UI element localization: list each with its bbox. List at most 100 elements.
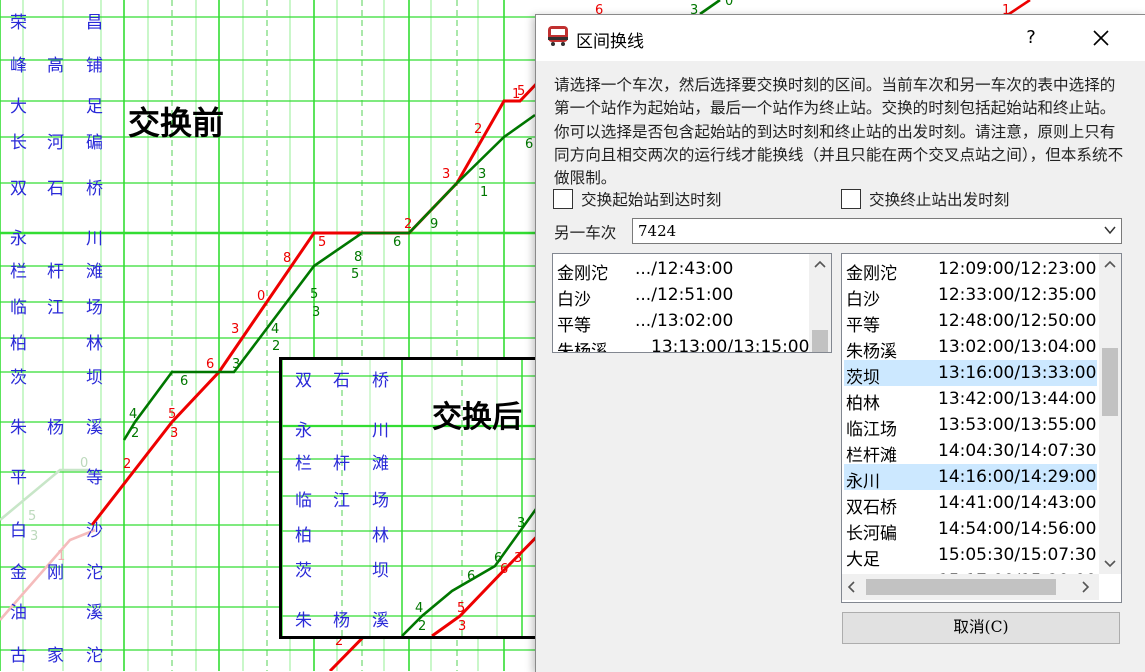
list-item[interactable]: 茨坝 13:16:00/13:33:00 [844, 360, 1097, 388]
station-char: 沱 [86, 646, 103, 666]
station-char: 溪 [372, 611, 389, 631]
list-item[interactable]: 大足 15:05:30/15:07:30 [844, 542, 1097, 570]
station-char: 溪 [86, 418, 103, 438]
minute-label: 3 [458, 619, 466, 634]
minute-label: 5 [168, 407, 176, 422]
station-char: 家 [47, 646, 64, 666]
station-time: 14:54:00/14:56:00 [938, 519, 1097, 539]
list-item[interactable]: 柏林 13:42:00/13:44:00 [844, 386, 1097, 414]
list-item[interactable]: 平等 12:48:00/12:50:00 [844, 308, 1097, 336]
station-char: 杨 [47, 418, 64, 438]
station-char: 杆 [47, 262, 64, 282]
scroll-thumb[interactable] [1102, 348, 1118, 416]
before-label: 交换前 [128, 104, 225, 142]
station-char: 永 [295, 421, 312, 441]
list-item[interactable]: 白沙 12:33:00/12:35:00 [844, 282, 1097, 310]
list-item[interactable]: 栏杆滩 14:04:30/14:07:30 [844, 438, 1097, 466]
station-char: 林 [86, 334, 103, 354]
close-icon [1093, 30, 1109, 46]
list-item[interactable]: 临江场 13:53:00/13:55:00 [844, 412, 1097, 440]
station-char: 双 [295, 371, 312, 391]
station-char: 双 [10, 179, 27, 199]
other-train-select[interactable]: 7424 [632, 218, 1122, 244]
station-name: 朱杨溪 [846, 342, 897, 362]
dialog-title: 区间换线 [576, 32, 644, 52]
after-label: 交换后 [432, 400, 522, 435]
list-item[interactable]: 白沙 .../12:51:00 [555, 282, 807, 310]
list-item[interactable]: 朱杨溪 13:13:00/13:15:00 [555, 334, 810, 353]
list-item[interactable]: 金刚沱 12:09:00/12:23:00 [844, 256, 1097, 284]
station-char: 川 [86, 229, 103, 249]
station-char: 朱 [295, 611, 312, 631]
scroll-right-icon[interactable] [1075, 574, 1095, 600]
minute-label: 6 [467, 569, 475, 584]
station-time: 14:16:00/14:29:00 [938, 467, 1097, 487]
left-list-scrollbar[interactable] [809, 254, 831, 352]
minute-label: 5 [457, 601, 465, 616]
minute-label: 0 [725, 0, 733, 9]
station-name: 柏林 [846, 394, 880, 414]
right-list-hscrollbar[interactable] [842, 574, 1099, 600]
list-item[interactable]: 平等 .../13:02:00 [555, 308, 807, 336]
station-char: 滩 [372, 454, 389, 474]
list-item[interactable]: 永川 14:16:00/14:29:00 [844, 464, 1097, 492]
station-char: 桥 [372, 371, 389, 391]
list-item[interactable]: 长河碥 14:54:00/14:56:00 [844, 516, 1097, 544]
list-item[interactable]: 双石桥 14:41:00/14:43:00 [844, 490, 1097, 518]
minute-label: 9 [430, 217, 438, 232]
scroll-thumb[interactable] [812, 330, 828, 352]
help-button[interactable]: ? [1011, 23, 1051, 53]
station-char: 场 [372, 491, 389, 511]
checkbox-include-end-departure[interactable]: 交换终止站出发时刻 [841, 188, 1009, 210]
minute-label: 4 [271, 322, 279, 337]
checkbox-box[interactable] [553, 189, 573, 209]
station-time: 12:33:00/12:35:00 [938, 285, 1097, 305]
minute-label: 3 [478, 167, 486, 182]
station-char: 足 [86, 97, 103, 117]
station-time: .../12:51:00 [635, 285, 734, 305]
minute-label: 4 [129, 407, 137, 422]
hscroll-thumb[interactable] [866, 579, 1056, 595]
minute-label: 5 [517, 84, 525, 99]
station-char: 溪 [86, 603, 103, 623]
station-char: 坝 [372, 561, 389, 581]
station-char: 荣 [10, 13, 27, 33]
station-name: 平等 [846, 316, 880, 336]
station-char: 栏 [295, 454, 312, 474]
scroll-up-icon[interactable] [1099, 254, 1121, 276]
list-item[interactable]: 朱杨溪 13:02:00/13:04:00 [844, 334, 1097, 362]
station-time: 13:42:00/13:44:00 [938, 389, 1097, 409]
close-button[interactable] [1081, 23, 1121, 53]
checkbox-include-start-arrival[interactable]: 交换起始站到达时刻 [553, 188, 721, 210]
station-char: 柏 [10, 334, 27, 354]
station-char: 沱 [86, 563, 103, 583]
station-time: 15:05:30/15:07:30 [938, 545, 1097, 565]
scroll-left-icon[interactable] [842, 574, 862, 600]
swap-dialog: 区间换线 ? 请选择一个车次，然后选择要交换时刻的区间。当前车次和另一车次的表中… [535, 14, 1145, 672]
scroll-down-icon[interactable] [1099, 552, 1121, 574]
station-time: 14:04:30/14:07:30 [938, 441, 1097, 461]
station-char: 川 [372, 421, 389, 441]
minute-label: 2 [404, 217, 412, 232]
station-char: 柏 [295, 526, 312, 546]
current-train-list[interactable]: 朱杨溪 13:13:00/13:15:00 平等 .../13:02:00 白沙 .../… [552, 253, 832, 353]
station-name: 大足 [846, 550, 880, 570]
minute-label: 3 [517, 516, 525, 531]
station-time: 13:02:00/13:04:00 [938, 337, 1097, 357]
train-app-icon [548, 26, 568, 46]
right-list-scrollbar[interactable] [1099, 254, 1121, 574]
scroll-up-icon[interactable] [809, 254, 831, 276]
other-train-list[interactable]: 峰高铺15:17:00/15:20:00大足15:05:30/15:07:30长… [841, 253, 1122, 603]
station-char: 临 [10, 298, 27, 318]
station-char: 朱 [10, 418, 27, 438]
minute-label: 2 [474, 122, 482, 137]
station-time: 13:16:00/13:33:00 [938, 363, 1097, 383]
station-name: 栏杆滩 [846, 446, 897, 466]
list-item[interactable]: 金刚沱 .../12:43:00 [555, 256, 807, 284]
chevron-down-icon [1104, 226, 1116, 235]
station-time: 13:13:00/13:15:00 [651, 337, 810, 353]
checkbox-box[interactable] [841, 189, 861, 209]
cancel-button[interactable]: 取消(C) [842, 612, 1120, 644]
minute-label: 8 [354, 250, 362, 265]
minute-label: 0 [257, 289, 265, 304]
